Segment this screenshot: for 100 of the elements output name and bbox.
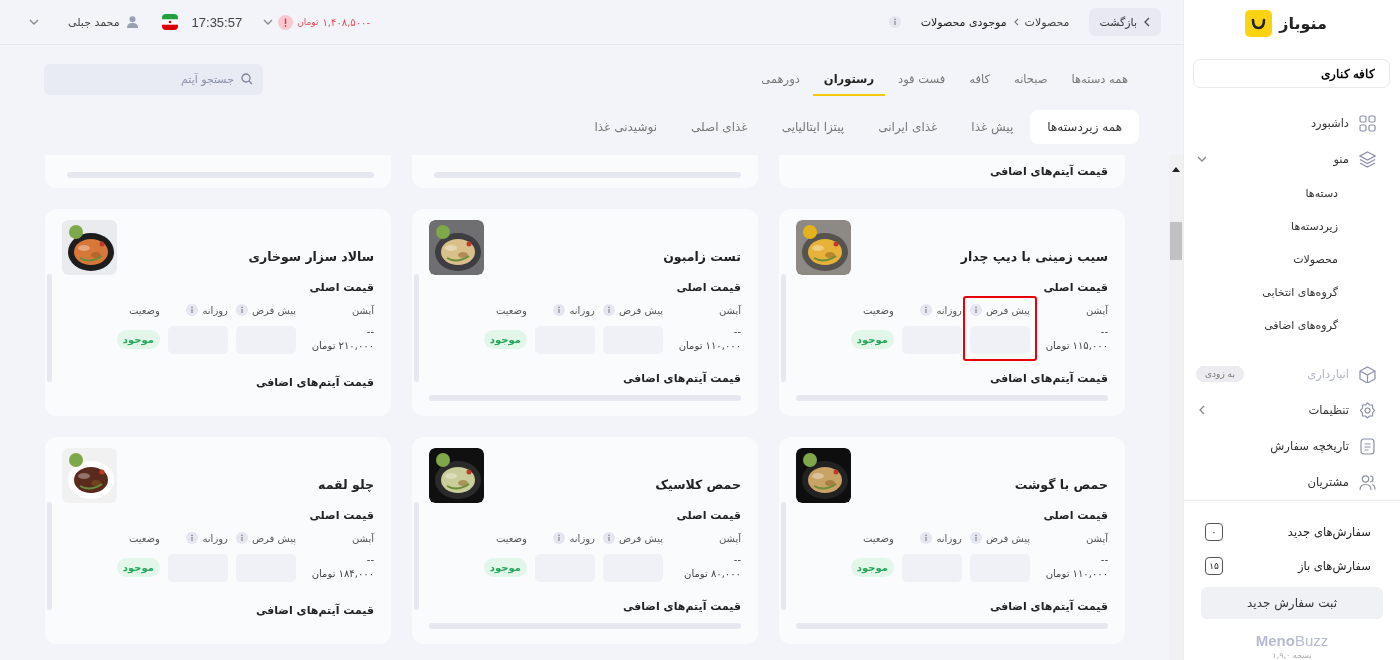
column-header: روزانه: [936, 304, 962, 316]
dashboard-icon: [1359, 114, 1376, 132]
column-header: وضعیت: [128, 303, 160, 317]
section-label: قیمت اصلی: [1042, 509, 1108, 524]
column-header: آپشن: [350, 303, 374, 317]
box-icon: [1359, 365, 1376, 383]
category-tab[interactable]: کافه: [958, 62, 1001, 96]
nav-item[interactable]: داشبورد: [1184, 105, 1400, 141]
status-badge: موجود: [850, 330, 894, 349]
info-icon: [602, 532, 615, 544]
section-label: قیمت آیتم‌های اضافی: [988, 372, 1108, 385]
breadcrumb-link[interactable]: محصولات: [1024, 15, 1070, 29]
back-button[interactable]: بازگشت: [1089, 8, 1161, 36]
search-field[interactable]: جستجو آیتم: [54, 63, 236, 95]
search-icon: [241, 73, 253, 85]
user-icon: [126, 16, 138, 28]
price-value: ۱۱۰,۰۰۰ تومان: [677, 340, 741, 351]
section-label: قیمت آیتم‌های اضافی: [254, 376, 374, 389]
nav-item[interactable]: مشتریان: [1184, 464, 1400, 500]
info-icon: [235, 304, 248, 316]
category-tab[interactable]: رستوران: [812, 62, 886, 96]
search-box[interactable]: جستجو آیتم: [44, 63, 263, 95]
status-badge: موجود: [483, 330, 527, 349]
orders-label: سفارش‌های جدید: [1287, 525, 1371, 539]
product-name: چلو لقمه: [318, 477, 374, 492]
orders-label: سفارش‌های باز: [1297, 559, 1371, 573]
subcategory-tab[interactable]: پیش غذا: [954, 110, 1031, 144]
category-tab[interactable]: فست فود: [887, 62, 957, 96]
column-header: وضعیت: [495, 303, 527, 317]
column-header: روزانه: [569, 532, 595, 544]
product-name: حمص با گوشت: [1014, 477, 1108, 492]
column-header: آپشن: [1084, 531, 1108, 545]
product-name: سیب زمینی با دیپ چدار: [960, 249, 1108, 264]
chevron-left-icon: [1143, 16, 1151, 28]
users-icon: [1359, 473, 1376, 491]
column-header: وضعیت: [128, 531, 160, 545]
nav-subitem[interactable]: دسته‌ها: [1184, 177, 1400, 210]
section-label: قیمت اصلی: [308, 281, 374, 296]
branch-selector[interactable]: کافه کناری: [1193, 59, 1390, 88]
nav-item[interactable]: تاریخچه سفارش: [1184, 428, 1400, 464]
section-label: قیمت اصلی: [308, 509, 374, 524]
column-header: روزانه: [202, 304, 228, 316]
user-name[interactable]: محمد جبلی: [68, 15, 120, 29]
subcategory-tab[interactable]: همه زیردسته‌ها: [1030, 110, 1139, 144]
logo-icon: [1245, 10, 1273, 37]
new-order-button[interactable]: ثبت سفارش جدید: [1201, 587, 1383, 619]
category-tab[interactable]: همه دسته‌ها: [1060, 62, 1139, 96]
subcategory-tab[interactable]: غذای اصلی: [674, 110, 765, 144]
info-icon: [186, 304, 199, 316]
price-value: ۲۱۰,۰۰۰ تومان: [310, 340, 374, 351]
daily-price-field[interactable]: [901, 326, 962, 354]
section-label: قیمت آیتم‌های اضافی: [988, 600, 1108, 613]
nav-subitem[interactable]: گروه‌های اضافی: [1184, 309, 1400, 342]
brand-name: منوباز: [1279, 14, 1327, 33]
order-count: ۰: [1205, 523, 1223, 541]
category-tab[interactable]: صبحانه: [1002, 62, 1059, 96]
section-label: قیمت آیتم‌های اضافی: [254, 604, 374, 617]
product-name: حمص کلاسیک: [655, 477, 741, 492]
column-header: پیش فرض: [251, 532, 296, 544]
column-header: پیش فرض: [251, 304, 296, 316]
info-icon: [969, 304, 982, 316]
category-tab[interactable]: دورهمی: [750, 62, 811, 96]
status-badge: موجود: [116, 558, 160, 577]
breadcrumb-chevron-icon: [1012, 18, 1019, 26]
section-label: قیمت آیتم‌های اضافی: [621, 600, 741, 613]
subcategory-tab[interactable]: نوشیدنی غذا: [577, 110, 674, 144]
info-icon: [888, 16, 901, 28]
subcategory-tab[interactable]: پیتزا ایتالیایی: [764, 110, 862, 144]
option-value: --: [1099, 326, 1108, 337]
scrollbar-thumb[interactable]: [1170, 222, 1182, 260]
document-icon: [1359, 437, 1376, 455]
option-value: --: [732, 326, 741, 337]
gear-icon: [1359, 401, 1376, 419]
info-icon: [553, 532, 566, 544]
column-header: وضعیت: [862, 303, 894, 317]
clock-time: 17:35:57: [191, 14, 243, 30]
nav-subitem[interactable]: محصولات: [1184, 243, 1400, 276]
order-count: ۱۵: [1205, 557, 1223, 575]
alert-icon: [278, 14, 294, 30]
scroll-up-arrow-icon[interactable]: [1172, 167, 1180, 172]
info-icon: [235, 532, 248, 544]
nav-subitem[interactable]: زیردسته‌ها: [1184, 210, 1400, 243]
price-value: ۱۱۵,۰۰۰ تومان: [1044, 340, 1108, 351]
balance-amount: -۱,۴۰۸,۵۰۰: [322, 16, 371, 28]
subcategory-tab[interactable]: غذای ایرانی: [861, 110, 955, 144]
section-label: قیمت اصلی: [675, 509, 741, 524]
coming-soon-badge: به زودی: [1196, 366, 1244, 382]
status-badge: موجود: [850, 558, 894, 577]
nav-subitem[interactable]: گروه‌های انتخابی: [1184, 276, 1400, 309]
column-header: پیش فرض: [985, 532, 1030, 544]
info-icon: [553, 304, 566, 316]
column-header: روزانه: [202, 532, 228, 544]
price-value: ۸۰,۰۰۰ تومان: [683, 568, 741, 579]
column-header: آپشن: [717, 531, 741, 545]
section-label: قیمت اصلی: [1042, 281, 1108, 296]
product-name: سالاد سزار سوخاری: [248, 249, 374, 264]
footer-logo: MenoBuzz: [1255, 632, 1329, 649]
column-header: پیش فرض: [618, 304, 663, 316]
nav-item[interactable]: تنظیمات: [1184, 392, 1400, 428]
nav-item[interactable]: منو: [1184, 141, 1400, 177]
